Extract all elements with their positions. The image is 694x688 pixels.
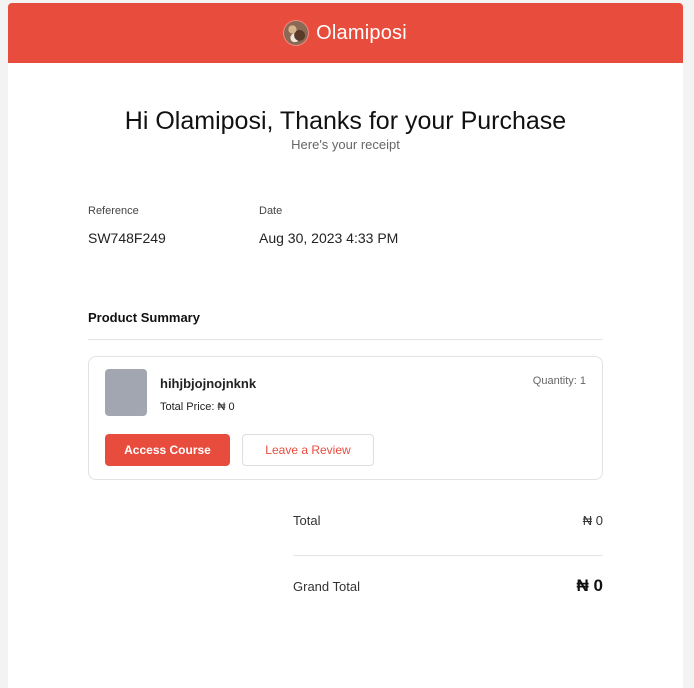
product-name: hihjbjojnojnknk [160,376,257,391]
product-card: hihjbjojnojnknk Total Price: ₦ 0 Quantit… [88,356,603,480]
receipt-meta: Reference SW748F249 Date Aug 30, 2023 4:… [88,205,430,246]
product-thumbnail [105,369,147,416]
reference-block: Reference SW748F249 [88,205,259,246]
totals-divider [293,555,603,556]
access-course-button[interactable]: Access Course [105,434,230,466]
grand-total-value: ₦ 0 [576,576,603,595]
total-value: ₦ 0 [582,513,603,528]
reference-value: SW748F249 [88,230,166,246]
product-quantity: Quantity: 1 [533,375,586,387]
brand-name: Olamiposi [316,21,407,44]
product-summary-title: Product Summary [88,310,200,325]
product-price: Total Price: ₦ 0 [160,401,235,413]
date-block: Date Aug 30, 2023 4:33 PM [259,205,430,246]
price-value: ₦ 0 [217,401,235,413]
date-value: Aug 30, 2023 4:33 PM [259,230,399,246]
grand-total-row: Grand Total ₦ 0 [293,576,603,596]
receipt-card: Olamiposi Hi Olamiposi, Thanks for your … [8,3,683,688]
brand-avatar [284,21,309,45]
brand-header: Olamiposi [8,3,683,63]
grand-total-label: Grand Total [293,578,360,594]
price-label: Total Price: [160,401,215,413]
page-subtitle: Here's your receipt [291,137,400,152]
total-row: Total ₦ 0 [293,513,603,528]
date-label: Date [259,205,283,217]
reference-label: Reference [88,205,139,217]
quantity-value: 1 [579,375,586,387]
leave-review-button[interactable]: Leave a Review [242,434,374,466]
page-title: Hi Olamiposi, Thanks for your Purchase [124,107,567,135]
total-label: Total [293,513,321,528]
summary-divider [88,339,603,340]
quantity-label: Quantity: [532,375,577,387]
